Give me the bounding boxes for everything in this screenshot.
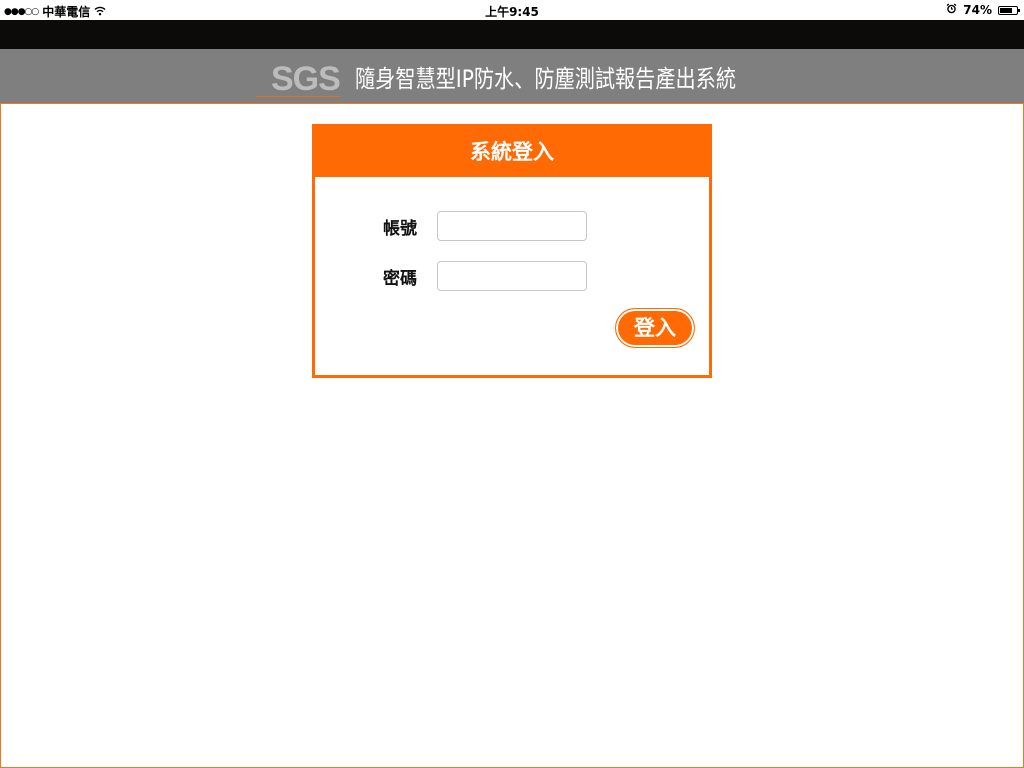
- battery-percentage: 74%: [963, 3, 992, 17]
- account-row: 帳號: [315, 211, 587, 241]
- battery-fill: [1000, 7, 1012, 13]
- top-band: [0, 20, 1024, 49]
- alarm-clock-icon: [946, 3, 957, 17]
- login-button[interactable]: 登入: [615, 308, 695, 348]
- account-label: 帳號: [383, 218, 417, 239]
- status-bar: ●●●○○ 中華電信 上午9:45 74%: [0, 0, 1024, 20]
- password-row: 密碼: [315, 261, 587, 291]
- page-title: 隨身智慧型IP防水、防塵測試報告產出系統: [355, 65, 736, 93]
- status-right: 74%: [946, 3, 1020, 17]
- account-input[interactable]: [437, 211, 587, 241]
- logo-text: SGS: [271, 60, 341, 98]
- password-input[interactable]: [437, 261, 587, 291]
- password-label: 密碼: [383, 268, 417, 289]
- sgs-logo: SGS: [255, 61, 341, 97]
- battery-icon: [998, 5, 1020, 15]
- login-panel: 系統登入 帳號 密碼 登入: [312, 124, 712, 378]
- status-time: 上午9:45: [485, 5, 539, 19]
- app-header: SGS 隨身智慧型IP防水、防塵測試報告產出系統: [0, 49, 1024, 104]
- login-panel-title: 系統登入: [315, 127, 709, 177]
